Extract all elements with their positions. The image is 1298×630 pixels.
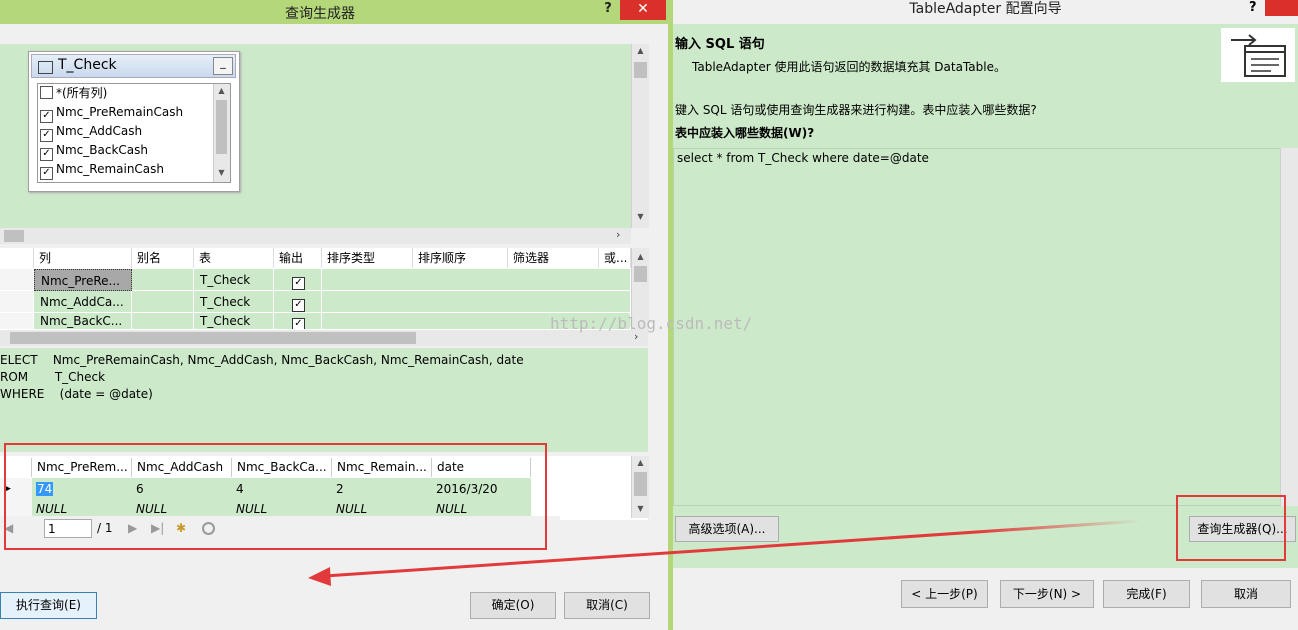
watermark: http://blog.csdn.net/ bbox=[550, 314, 753, 333]
arrow-shaft bbox=[324, 519, 1141, 578]
arrow-head bbox=[308, 567, 331, 586]
